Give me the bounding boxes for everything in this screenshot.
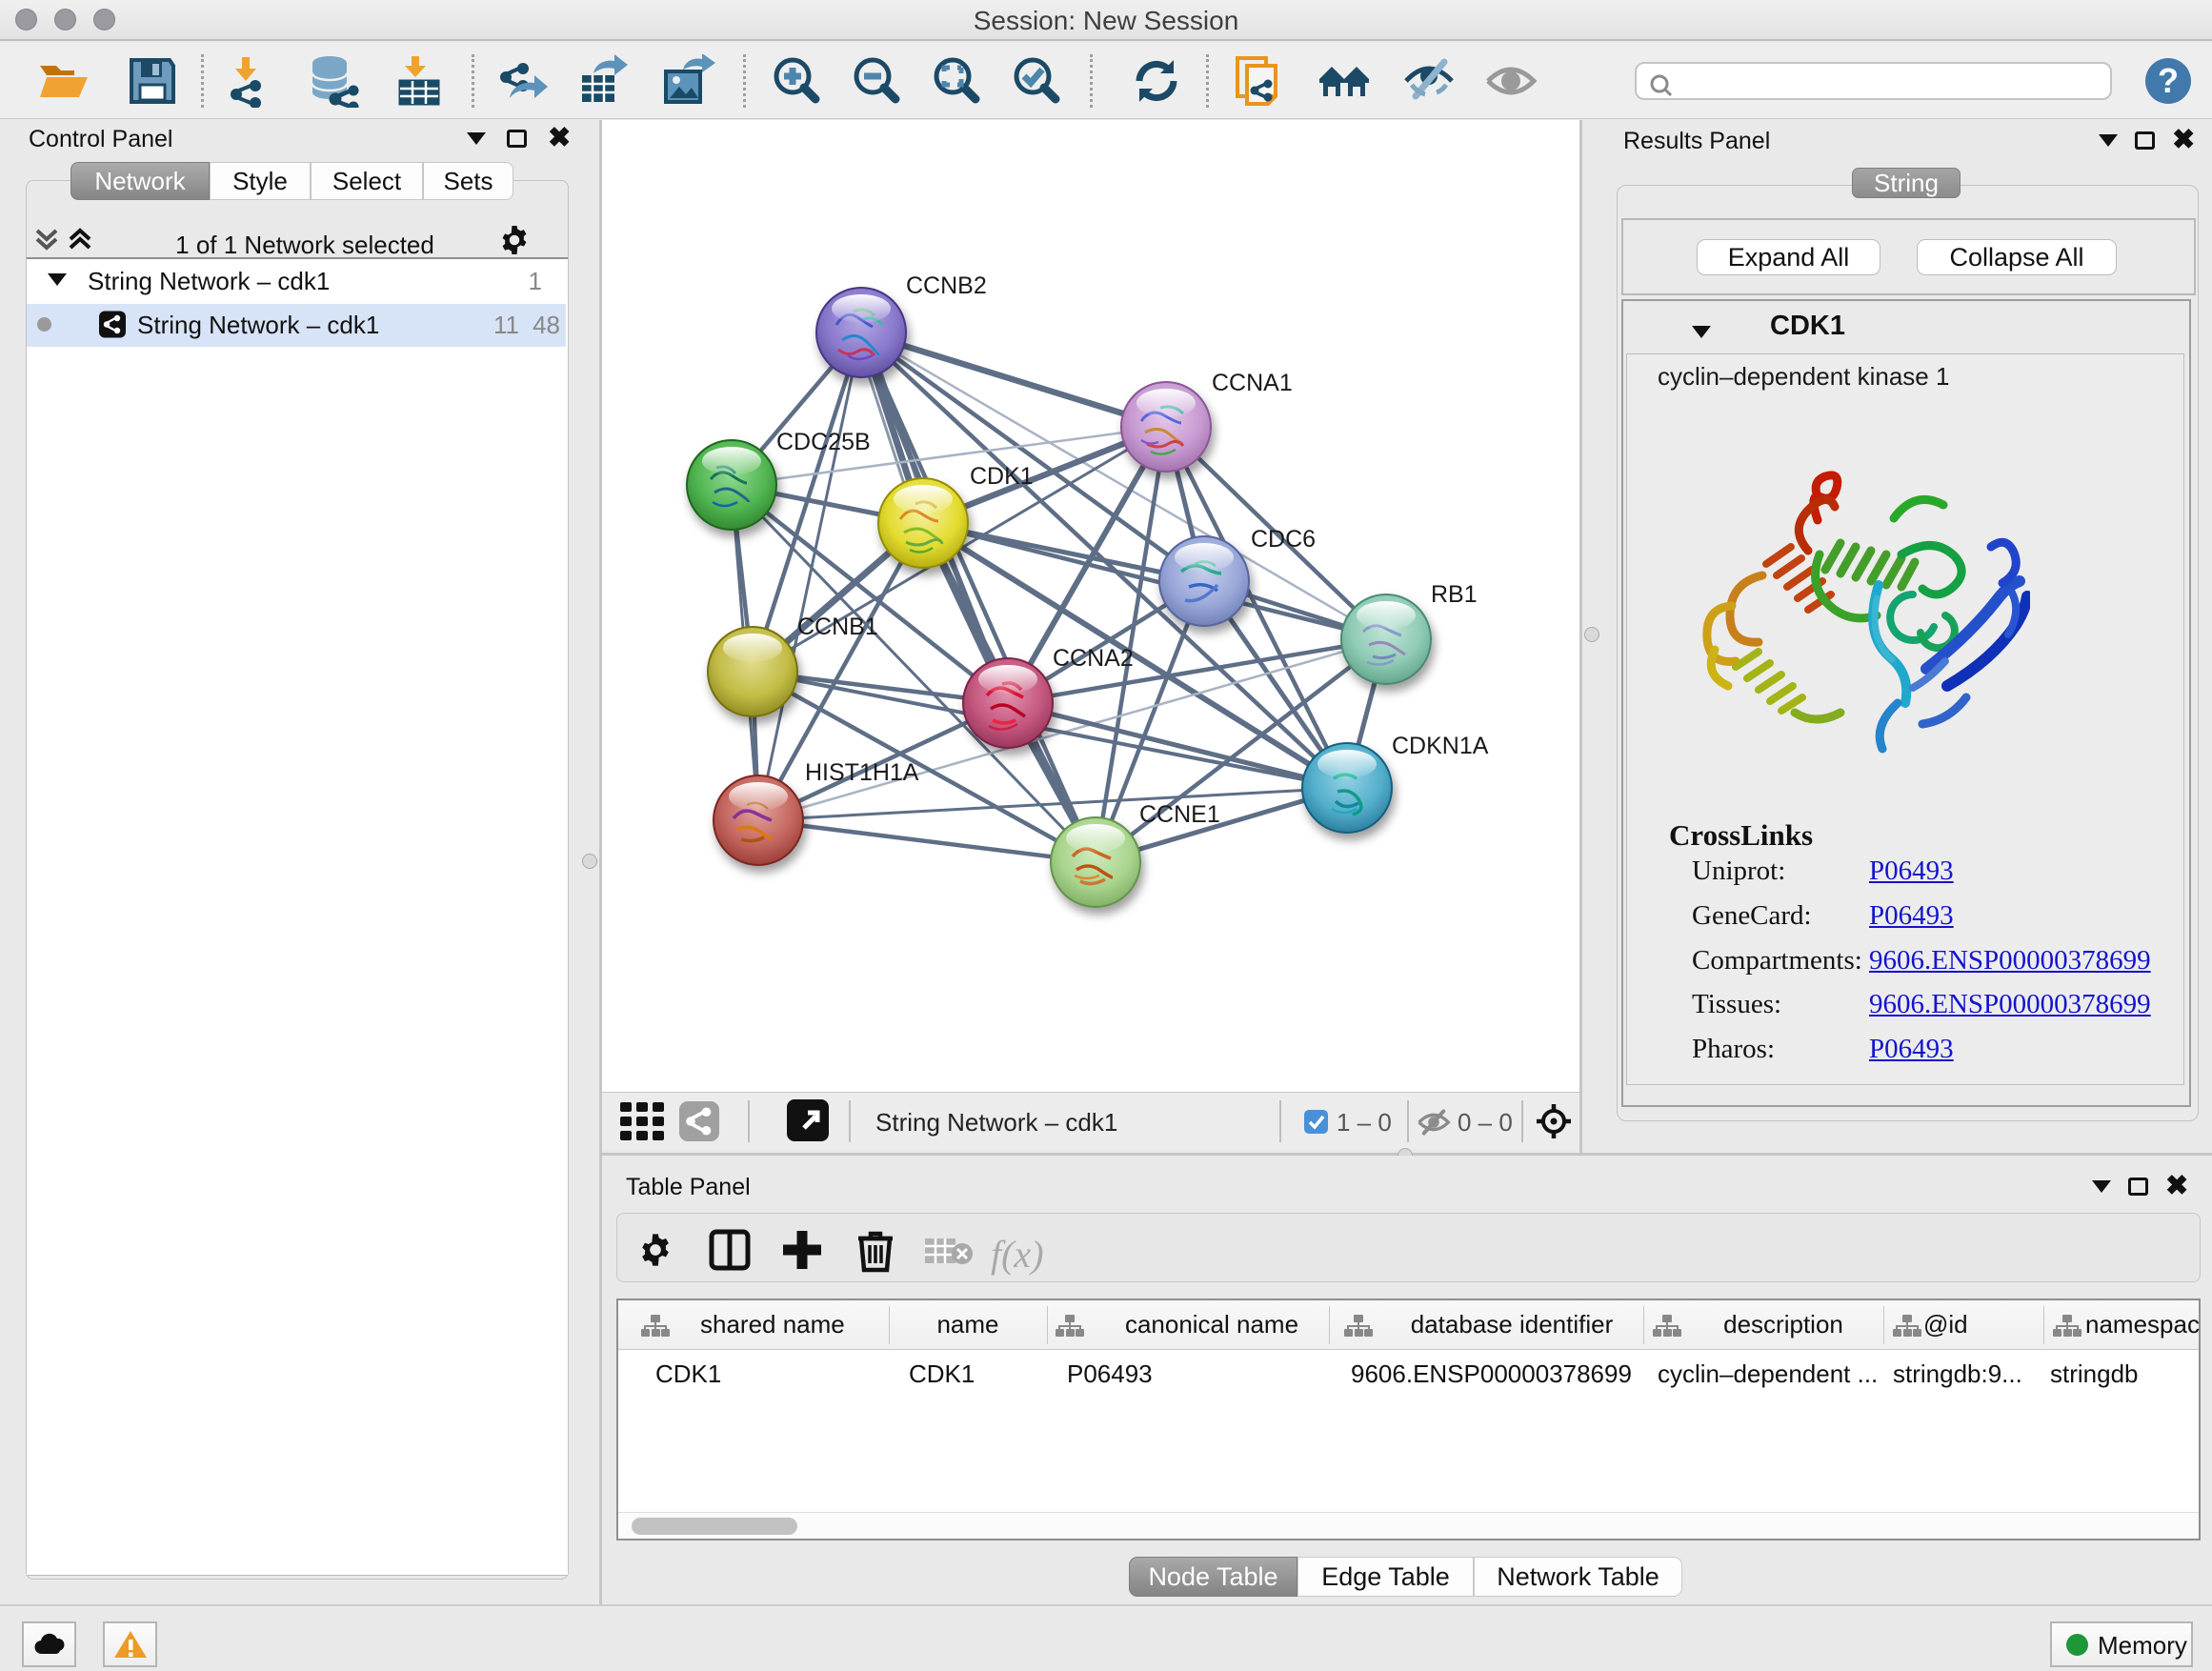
svg-text:CDC6: CDC6 — [1251, 526, 1316, 553]
svg-text:RB1: RB1 — [1431, 581, 1478, 608]
svg-text:CDKN1A: CDKN1A — [1392, 733, 1489, 759]
svg-text:HIST1H1A: HIST1H1A — [805, 759, 919, 786]
svg-text:CDK1: CDK1 — [970, 463, 1034, 490]
svg-text:CDC25B: CDC25B — [776, 429, 871, 455]
svg-text:?: ? — [2158, 61, 2179, 100]
svg-text:CCNE1: CCNE1 — [1139, 801, 1220, 828]
svg-text:CCNA1: CCNA1 — [1212, 370, 1293, 396]
svg-text:CCNB1: CCNB1 — [797, 614, 878, 640]
svg-text:CCNA2: CCNA2 — [1053, 645, 1134, 672]
svg-text:CCNB2: CCNB2 — [906, 272, 987, 299]
